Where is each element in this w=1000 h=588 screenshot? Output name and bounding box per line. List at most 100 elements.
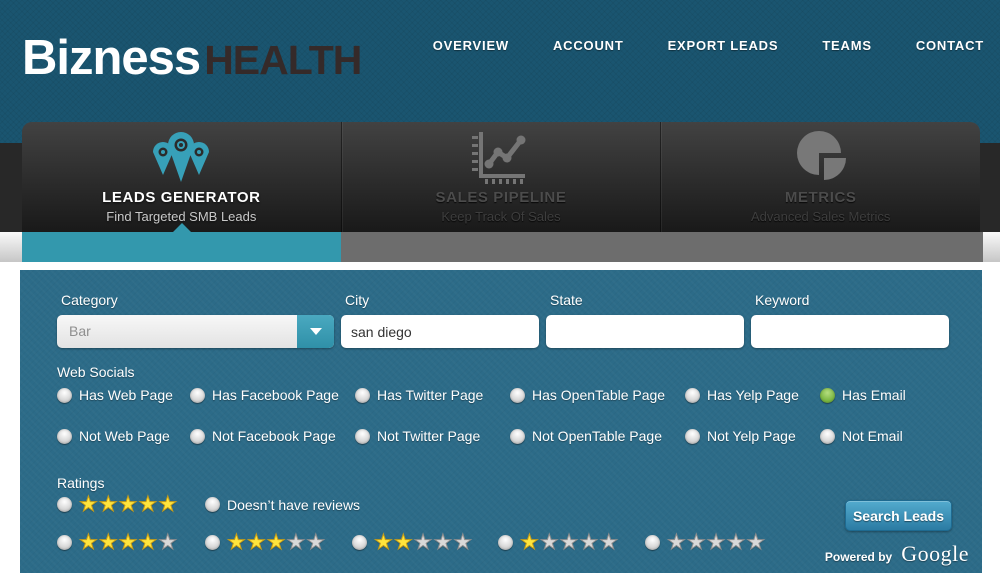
dropdown-arrow-icon[interactable] (297, 315, 334, 348)
map-pins-icon (22, 128, 341, 186)
active-tab-notch (173, 223, 191, 232)
tab-subtitle: Find Targeted SMB Leads (22, 209, 341, 224)
ratings-row-1: ★★★★★Doesn’t have reviews (57, 494, 982, 515)
radio-icon (205, 497, 220, 512)
radio-option-has-facebook-page[interactable]: Has Facebook Page (190, 387, 355, 403)
star-full-icon: ★ (99, 532, 119, 553)
star-full-icon: ★ (227, 532, 247, 553)
tab-subtitle: Advanced Sales Metrics (661, 209, 980, 224)
radio-icon (510, 388, 525, 403)
star-full-icon: ★ (79, 532, 99, 553)
nav-item-account[interactable]: ACCOUNT (553, 38, 624, 53)
category-select[interactable]: Bar (57, 315, 334, 348)
logo-secondary: HEALTH (204, 37, 361, 84)
web-socials-heading: Web Socials (57, 364, 982, 380)
radio-option-not-opentable-page[interactable]: Not OpenTable Page (510, 428, 685, 444)
radio-option-3-stars[interactable]: ★★★★★ (205, 532, 352, 553)
radio-option-2-stars[interactable]: ★★★★★ (352, 532, 498, 553)
city-input[interactable] (341, 315, 539, 348)
radio-option-has-web-page[interactable]: Has Web Page (57, 387, 190, 403)
radio-icon (498, 535, 513, 550)
state-field: State (546, 292, 744, 348)
star-empty-icon: ★ (667, 532, 687, 553)
search-fields-row: Category Bar City State Keyword (57, 292, 982, 348)
tab-title: LEADS GENERATOR (22, 189, 341, 206)
leads-generator-panel: Category Bar City State Keyword Web Soci… (20, 270, 982, 573)
state-input[interactable] (546, 315, 744, 348)
category-label: Category (61, 292, 334, 308)
logo-primary: Bizness (22, 30, 200, 86)
radio-label: Has OpenTable Page (532, 387, 665, 403)
pie-chart-icon (661, 128, 980, 186)
radio-label: Not Yelp Page (707, 428, 796, 444)
subbar-edge (0, 232, 22, 262)
radio-label: Not OpenTable Page (532, 428, 662, 444)
radio-icon (685, 429, 700, 444)
tab-title: METRICS (661, 189, 980, 206)
powered-by: Powered by Google (825, 541, 969, 567)
radio-option-has-email[interactable]: Has Email (820, 387, 982, 403)
radio-option-not-yelp-page[interactable]: Not Yelp Page (685, 428, 820, 444)
star-full-icon: ★ (119, 532, 139, 553)
city-field: City (341, 292, 539, 348)
star-empty-icon: ★ (726, 532, 746, 553)
tab-title: SALES PIPELINE (342, 189, 661, 206)
main-nav: OVERVIEW ACCOUNT EXPORT LEADS TEAMS CONTACT (433, 38, 984, 53)
star-full-icon: ★ (79, 494, 99, 515)
star-rating-4: ★★★★★ (79, 532, 178, 553)
radio-icon (190, 429, 205, 444)
category-selected-value: Bar (69, 315, 91, 348)
radio-icon (190, 388, 205, 403)
radio-option-has-opentable-page[interactable]: Has OpenTable Page (510, 387, 685, 403)
subbar-edge (983, 232, 1000, 262)
radio-label: Has Web Page (79, 387, 173, 403)
nav-item-export-leads[interactable]: EXPORT LEADS (668, 38, 779, 53)
radio-option-has-twitter-page[interactable]: Has Twitter Page (355, 387, 510, 403)
radio-label: Not Facebook Page (212, 428, 336, 444)
radio-option-4-stars[interactable]: ★★★★★ (57, 532, 205, 553)
tab-sales-pipeline[interactable]: SALES PIPELINE Keep Track Of Sales (341, 122, 661, 232)
state-label: State (550, 292, 744, 308)
tab-metrics[interactable]: METRICS Advanced Sales Metrics (660, 122, 980, 232)
radio-icon (205, 535, 220, 550)
nav-item-contact[interactable]: CONTACT (916, 38, 984, 53)
radio-icon (355, 429, 370, 444)
star-empty-icon: ★ (579, 532, 599, 553)
radio-icon (352, 535, 367, 550)
google-logo: Google (901, 541, 969, 567)
radio-option-not-email[interactable]: Not Email (820, 428, 982, 444)
radio-label: Has Facebook Page (212, 387, 339, 403)
category-field: Category Bar (57, 292, 334, 348)
logo[interactable]: Bizness HEALTH (22, 30, 361, 86)
web-socials-grid: Has Web Page Has Facebook Page Has Twitter… (57, 387, 982, 444)
radio-option-5-stars[interactable]: ★★★★★ (57, 494, 205, 515)
tab-bar: LEADS GENERATOR Find Targeted SMB Leads (22, 122, 980, 232)
star-full-icon: ★ (158, 494, 178, 515)
tab-leads-generator[interactable]: LEADS GENERATOR Find Targeted SMB Leads (22, 122, 341, 232)
radio-option-not-facebook-page[interactable]: Not Facebook Page (190, 428, 355, 444)
star-rating-3: ★★★★★ (227, 532, 326, 553)
radio-icon (57, 429, 72, 444)
powered-by-text: Powered by (825, 550, 892, 564)
radio-label: Not Web Page (79, 428, 170, 444)
radio-option-not-twitter-page[interactable]: Not Twitter Page (355, 428, 510, 444)
star-full-icon: ★ (247, 532, 267, 553)
star-empty-icon: ★ (306, 532, 326, 553)
star-empty-icon: ★ (687, 532, 707, 553)
radio-option-has-yelp-page[interactable]: Has Yelp Page (685, 387, 820, 403)
nav-item-teams[interactable]: TEAMS (822, 38, 872, 53)
nav-item-overview[interactable]: OVERVIEW (433, 38, 509, 53)
keyword-input[interactable] (751, 315, 949, 348)
search-leads-button[interactable]: Search Leads (845, 500, 952, 531)
keyword-label: Keyword (755, 292, 949, 308)
radio-option-1-stars[interactable]: ★★★★★ (498, 532, 645, 553)
radio-option-not-web-page[interactable]: Not Web Page (57, 428, 190, 444)
star-full-icon: ★ (520, 532, 540, 553)
radio-icon (355, 388, 370, 403)
tab-indicator-bar (0, 232, 1000, 262)
radio-label: Doesn’t have reviews (227, 497, 360, 513)
star-empty-icon: ★ (453, 532, 473, 553)
star-empty-icon: ★ (560, 532, 580, 553)
radio-label: Has Twitter Page (377, 387, 483, 403)
inactive-tab-indicator (341, 232, 983, 262)
